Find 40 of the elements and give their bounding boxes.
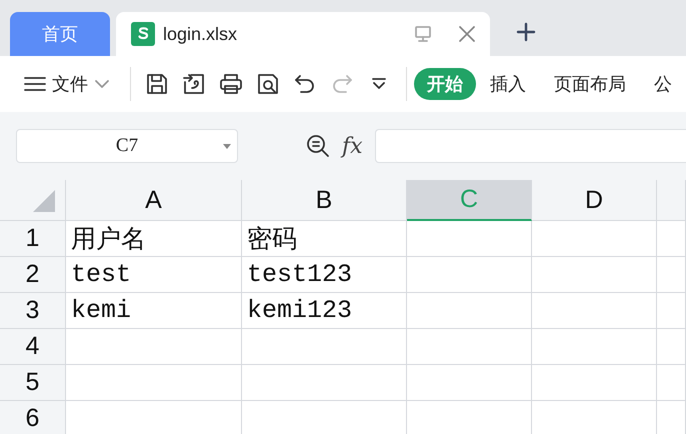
table-cell [657, 257, 686, 293]
ribbon-tab[interactable]: 页面布局 [540, 68, 640, 100]
row-header[interactable]: 5 [0, 365, 66, 401]
print-icon[interactable] [219, 72, 243, 96]
save-icon[interactable] [145, 72, 169, 96]
row-header[interactable]: 3 [0, 293, 66, 329]
row-header[interactable]: 4 [0, 329, 66, 365]
column-header[interactable]: B [242, 180, 407, 221]
file-tab[interactable]: login.xlsx [116, 12, 490, 56]
dropdown-caret-icon [223, 144, 231, 149]
export-icon[interactable] [182, 72, 206, 96]
file-menu[interactable]: 文件 [24, 72, 110, 96]
row-header[interactable]: 1 [0, 221, 66, 257]
print-preview-icon[interactable] [256, 72, 280, 96]
plus-icon[interactable] [516, 22, 536, 42]
ribbon-tab[interactable]: 插入 [476, 68, 540, 100]
table-cell: 用户名 [66, 221, 242, 257]
undo-icon[interactable] [293, 72, 317, 96]
column-header[interactable]: D [532, 180, 657, 221]
row-header[interactable]: 6 [0, 401, 66, 434]
table-cell [657, 221, 686, 257]
ribbon-tab[interactable]: 公 [640, 68, 686, 100]
spreadsheet-icon [131, 22, 155, 46]
table-cell: test123 [242, 257, 407, 293]
table-cell [657, 365, 686, 401]
formula-input-field[interactable] [374, 129, 686, 163]
name-box[interactable]: C7 [16, 129, 238, 163]
table-cell: kemi123 [242, 293, 407, 329]
table-cell: kemi [66, 293, 242, 329]
menu-icon [24, 74, 46, 94]
chevron-down-icon [94, 79, 110, 89]
table-cell: 密码 [242, 221, 407, 257]
close-icon[interactable] [458, 25, 476, 43]
table-cell [657, 293, 686, 329]
zoom-formula-icon[interactable] [306, 134, 330, 158]
row-header[interactable]: 2 [0, 257, 66, 293]
function-button[interactable]: fx [342, 134, 363, 158]
table-cell [657, 329, 686, 365]
table-cell: test [66, 257, 242, 293]
column-header[interactable]: A [66, 180, 242, 221]
